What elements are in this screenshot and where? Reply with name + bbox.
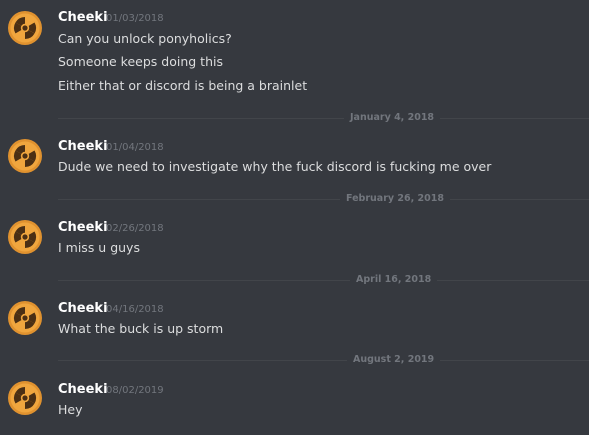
divider-line [58,199,589,200]
message-text: Either that or discord is being a brainl… [58,78,308,93]
username[interactable]: Cheeki [58,220,108,235]
message-text: Can you unlock ponyholics? [58,31,232,46]
username[interactable]: Cheeki [58,301,108,316]
divider-date-label: February 26, 2018 [340,192,450,206]
radiation-icon[interactable] [8,381,42,415]
message-timestamp: 04/16/2018 [106,304,164,315]
username[interactable]: Cheeki [58,139,108,154]
message-timestamp: 02/26/2018 [106,223,164,234]
divider-date-label: January 4, 2018 [344,111,441,125]
divider-date-label: August 2, 2019 [347,353,441,367]
message-text: Someone keeps doing this [58,54,223,69]
username[interactable]: Cheeki [58,382,108,397]
radiation-icon[interactable] [8,139,42,173]
divider-date-label: April 16, 2018 [350,273,438,287]
message-timestamp: 08/02/2019 [106,385,164,396]
message-text: What the buck is up storm [58,321,224,336]
username[interactable]: Cheeki [58,10,108,25]
message-text: I miss u guys [58,240,140,255]
divider-line [58,118,589,119]
date-divider-3: April 16, 2018 [58,273,589,287]
date-divider-4: August 2, 2019 [58,353,589,367]
divider-line [58,360,589,361]
message-text: Hey [58,402,83,417]
date-divider-1: January 4, 2018 [58,111,589,125]
message-timestamp: 01/03/2018 [106,13,164,24]
radiation-icon[interactable] [8,11,42,45]
message-timestamp: 01/04/2018 [106,142,164,153]
divider-line [58,280,589,281]
message-text: Dude we need to investigate why the fuck… [58,159,492,174]
radiation-icon[interactable] [8,220,42,254]
radiation-icon[interactable] [8,301,42,335]
date-divider-2: February 26, 2018 [58,192,589,206]
